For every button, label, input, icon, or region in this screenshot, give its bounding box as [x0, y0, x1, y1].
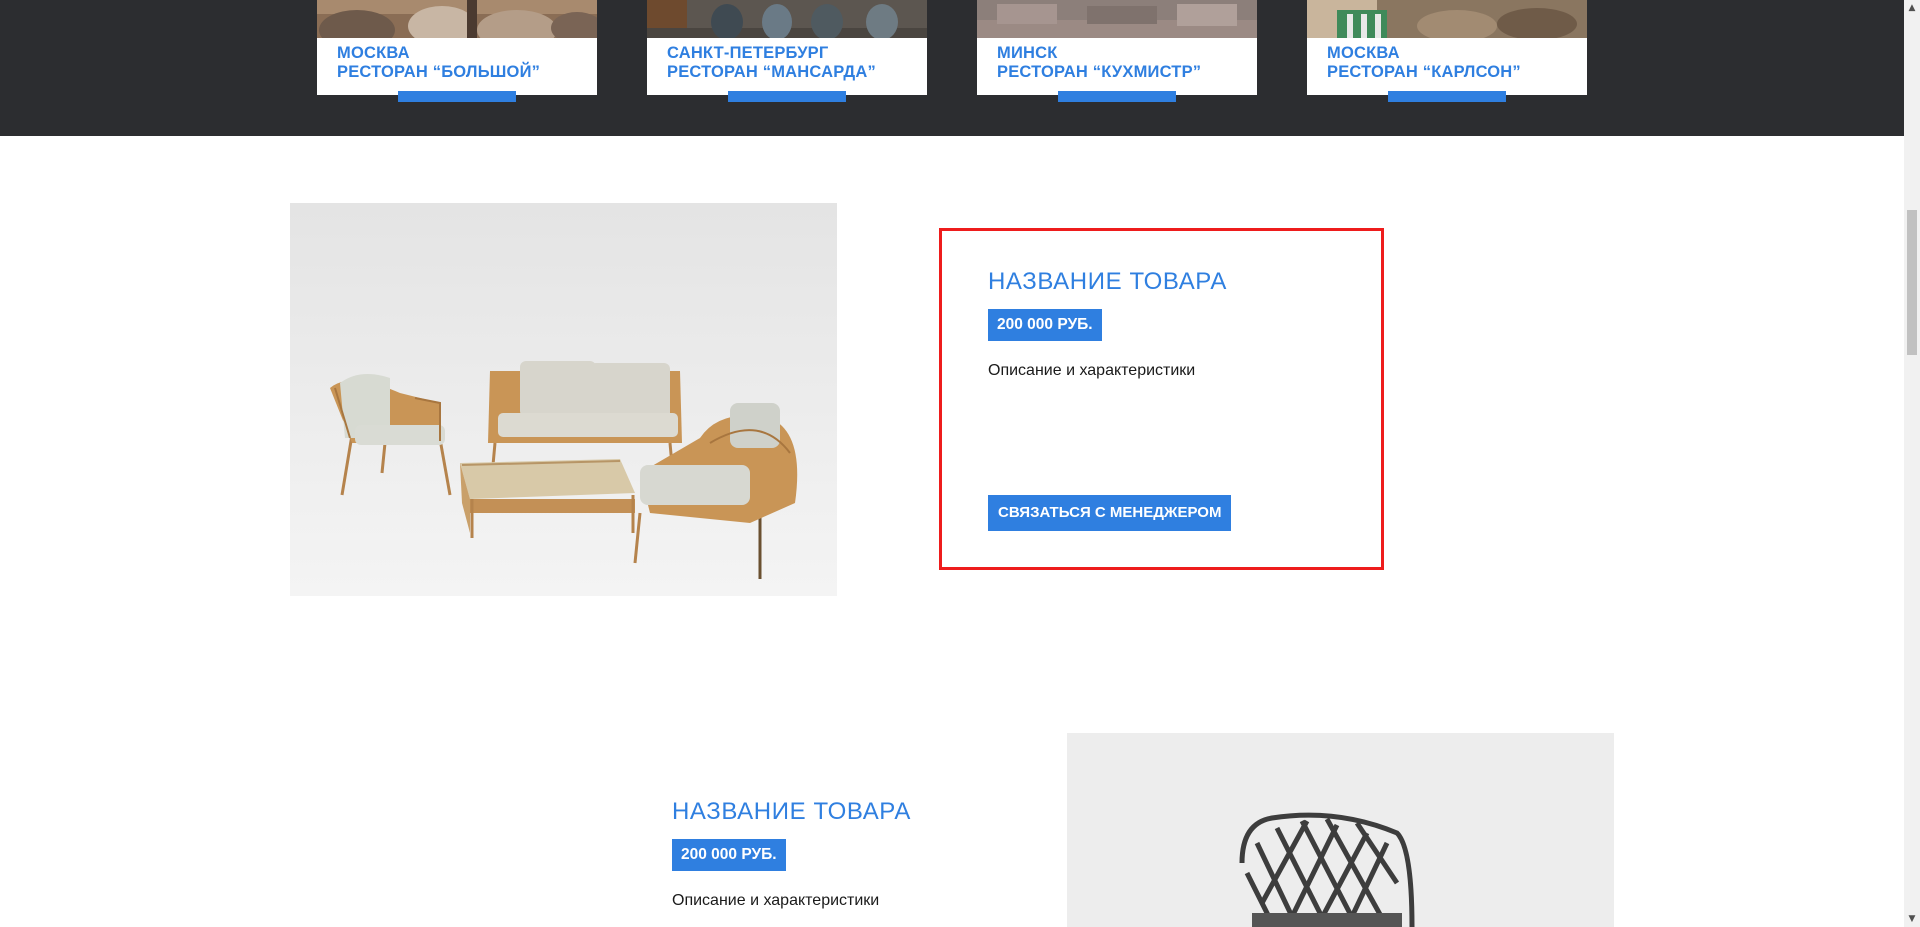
contact-manager-button[interactable]: СВЯЗАТЬСЯ С МЕНЕДЖЕРОМ — [988, 495, 1232, 531]
restaurants-band: МОСКВА РЕСТОРАН “БОЛЬШОЙ” САНКТ-ПЕТЕРБУР… — [0, 0, 1904, 136]
product-image-chair — [1067, 733, 1614, 927]
scroll-down-icon[interactable]: ▼ — [1904, 911, 1920, 927]
price-badge: 200 000 РУБ. — [988, 309, 1102, 341]
product-title: НАЗВАНИЕ ТОВАРА — [988, 268, 1227, 295]
restaurant-accent-bar — [1058, 91, 1176, 102]
restaurant-caption: МОСКВА РЕСТОРАН “КАРЛСОН” — [1307, 38, 1587, 95]
product-description: Описание и характеристики — [672, 892, 880, 909]
restaurant-photo — [977, 0, 1257, 38]
restaurant-name: РЕСТОРАН “КУХМИСТР” — [997, 63, 1202, 81]
vertical-scrollbar[interactable]: ▲ ▼ — [1904, 0, 1920, 927]
restaurant-card[interactable]: МОСКВА РЕСТОРАН “КАРЛСОН” — [1307, 0, 1587, 102]
product-title: НАЗВАНИЕ ТОВАРА — [672, 798, 911, 825]
restaurant-caption: МИНСК РЕСТОРАН “КУХМИСТР” — [977, 38, 1257, 95]
restaurant-card[interactable]: САНКТ-ПЕТЕРБУРГ РЕСТОРАН “МАНСАРДА” — [647, 0, 927, 102]
restaurant-photo — [647, 0, 927, 38]
product-description: Описание и характеристики — [988, 362, 1196, 379]
restaurant-accent-bar — [398, 91, 516, 102]
restaurant-name: РЕСТОРАН “БОЛЬШОЙ” — [337, 63, 541, 81]
restaurant-card[interactable]: МИНСК РЕСТОРАН “КУХМИСТР” — [977, 0, 1257, 102]
scrollbar-thumb[interactable] — [1907, 210, 1917, 355]
product-image-sofa-set — [290, 203, 837, 596]
restaurant-city: МИНСК — [997, 44, 1058, 62]
restaurant-caption: САНКТ-ПЕТЕРБУРГ РЕСТОРАН “МАНСАРДА” — [647, 38, 927, 95]
restaurant-caption: МОСКВА РЕСТОРАН “БОЛЬШОЙ” — [317, 38, 597, 95]
restaurant-card[interactable]: МОСКВА РЕСТОРАН “БОЛЬШОЙ” — [317, 0, 597, 102]
price-badge: 200 000 РУБ. — [672, 839, 786, 871]
restaurant-city: САНКТ-ПЕТЕРБУРГ — [667, 44, 829, 62]
restaurant-accent-bar — [728, 91, 846, 102]
restaurant-city: МОСКВА — [337, 44, 410, 62]
page: МОСКВА РЕСТОРАН “БОЛЬШОЙ” САНКТ-ПЕТЕРБУР… — [0, 0, 1904, 927]
restaurant-photo — [1307, 0, 1587, 38]
restaurant-photo — [317, 0, 597, 38]
restaurant-name: РЕСТОРАН “КАРЛСОН” — [1327, 63, 1521, 81]
restaurant-accent-bar — [1388, 91, 1506, 102]
restaurant-name: РЕСТОРАН “МАНСАРДА” — [667, 63, 876, 81]
scroll-up-icon[interactable]: ▲ — [1904, 0, 1920, 16]
restaurant-city: МОСКВА — [1327, 44, 1400, 62]
